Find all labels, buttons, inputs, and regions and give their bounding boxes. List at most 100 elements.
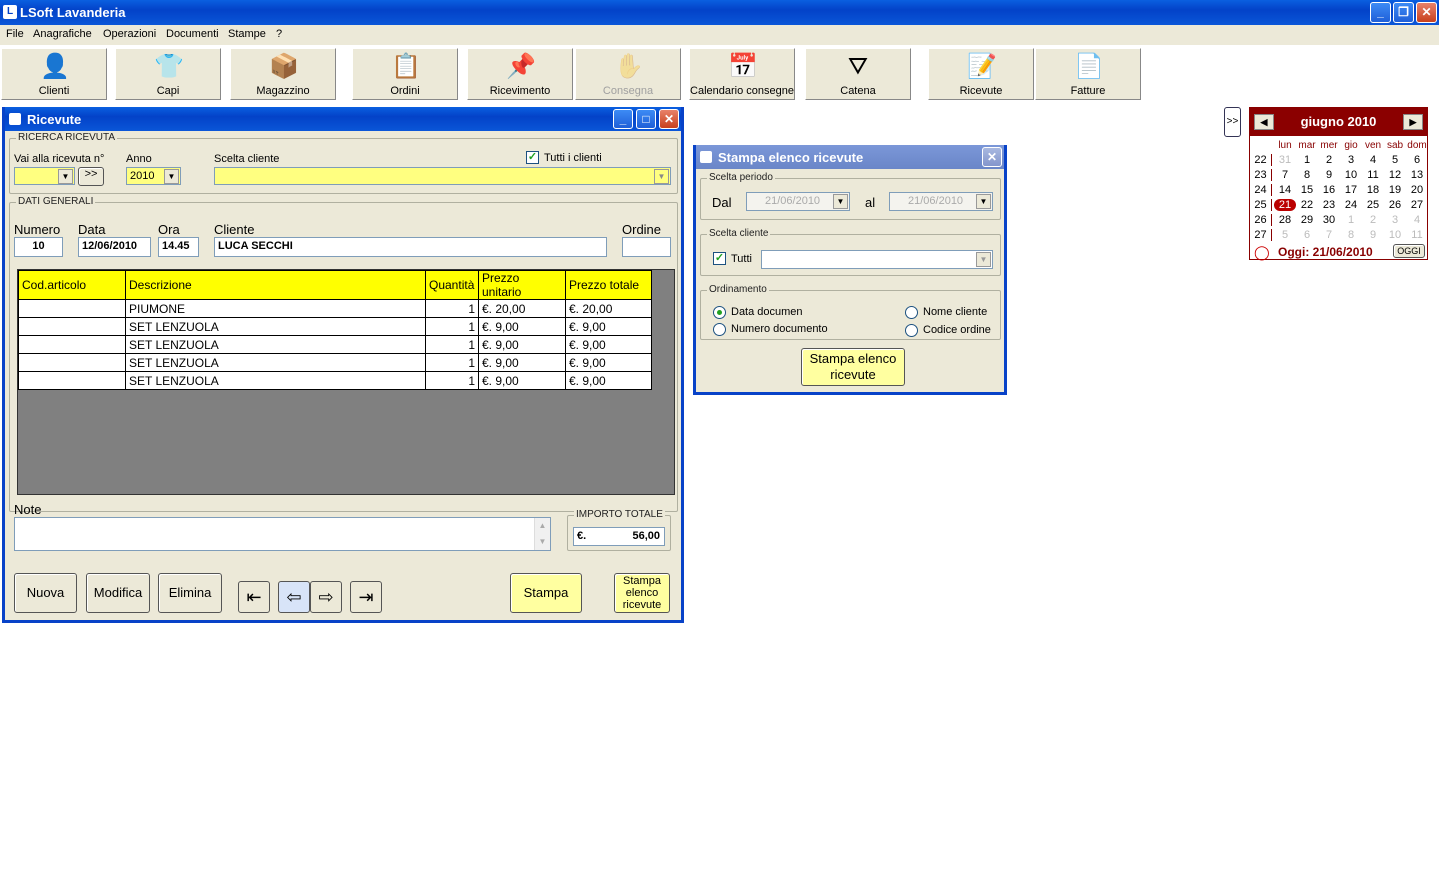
toolbar-catena-button[interactable]: ⛛ Catena xyxy=(805,48,911,100)
data-field[interactable]: 12/06/2010 xyxy=(78,237,151,257)
menu-help[interactable]: ? xyxy=(276,28,282,40)
stampa-cliente-dropdown[interactable]: ▼ xyxy=(761,250,993,269)
table-row[interactable]: SET LENZUOLA 1 €. 9,00 €. 9,00 xyxy=(18,353,652,372)
table-row[interactable]: SET LENZUOLA 1 €. 9,00 €. 9,00 xyxy=(18,317,652,336)
calendar-day[interactable]: 4 xyxy=(1406,214,1428,226)
table-row[interactable]: PIUMONE 1 €. 20,00 €. 20,00 xyxy=(18,299,652,318)
calendar-day[interactable]: 8 xyxy=(1340,229,1362,241)
toolbar-calendario-button[interactable]: 📅 Calendario consegne xyxy=(689,48,795,100)
last-record-icon[interactable]: ⇥ xyxy=(350,581,382,613)
calendar-day[interactable]: 26 xyxy=(1384,199,1406,211)
goto-button[interactable]: >> xyxy=(78,167,104,186)
menu-documenti[interactable]: Documenti xyxy=(166,28,219,40)
calendar-day[interactable]: 11 xyxy=(1362,169,1384,181)
calendar-day[interactable]: 29 xyxy=(1296,214,1318,226)
calendar-day[interactable]: 1 xyxy=(1340,214,1362,226)
cliente-select-dropdown[interactable]: ▼ xyxy=(214,167,671,185)
calendar-day[interactable]: 23 xyxy=(1318,199,1340,211)
calendar-day[interactable]: 21 xyxy=(1274,199,1296,211)
toolbar-capi-button[interactable]: 👕 Capi xyxy=(115,48,221,100)
calendar-day[interactable]: 13 xyxy=(1406,169,1428,181)
menu-anagrafiche[interactable]: Anagrafiche xyxy=(33,28,92,40)
radio-nome-cliente[interactable] xyxy=(905,306,918,319)
calendar-day[interactable]: 2 xyxy=(1362,214,1384,226)
calendar-day[interactable]: 7 xyxy=(1318,229,1340,241)
calendar-day[interactable]: 11 xyxy=(1406,229,1428,241)
calendar-day[interactable]: 19 xyxy=(1384,184,1406,196)
ricevute-close-button[interactable]: ✕ xyxy=(659,109,679,129)
ricevute-maximize-button[interactable]: □ xyxy=(636,109,656,129)
toolbar-ricevute-button[interactable]: 📝 Ricevute xyxy=(928,48,1034,100)
ora-field[interactable]: 14.45 xyxy=(158,237,199,257)
calendar-day[interactable]: 12 xyxy=(1384,169,1406,181)
anno-dropdown[interactable]: 2010 ▼ xyxy=(126,167,181,185)
radio-numero-documento[interactable] xyxy=(713,323,726,336)
calendar-day[interactable]: 14 xyxy=(1274,184,1296,196)
al-date-picker[interactable]: 21/06/2010 ▼ xyxy=(889,192,993,211)
calendar-day[interactable]: 8 xyxy=(1296,169,1318,181)
tutti-clienti-checkbox[interactable]: ✓ xyxy=(526,151,539,164)
prev-record-icon[interactable]: ⇦ xyxy=(278,581,310,613)
table-row[interactable]: SET LENZUOLA 1 €. 9,00 €. 9,00 xyxy=(18,335,652,354)
calendar-day[interactable]: 6 xyxy=(1406,154,1428,166)
radio-data-documento[interactable] xyxy=(713,306,726,319)
next-month-icon[interactable]: ▶ xyxy=(1403,114,1423,130)
toolbar-ordini-button[interactable]: 📋 Ordini xyxy=(352,48,458,100)
toolbar-consegna-button[interactable]: ✋ Consegna xyxy=(575,48,681,100)
col-prezzo-unitario[interactable]: Prezzo unitario xyxy=(478,270,566,300)
calendar-day[interactable]: 10 xyxy=(1340,169,1362,181)
toolbar-ricevimento-button[interactable]: 📌 Ricevimento xyxy=(467,48,573,100)
menu-file[interactable]: File xyxy=(6,28,24,40)
stampa-elenco-submit-button[interactable]: Stampa elenco ricevute xyxy=(801,348,905,386)
calendar-day[interactable]: 3 xyxy=(1340,154,1362,166)
calendar-day[interactable]: 24 xyxy=(1340,199,1362,211)
col-descrizione[interactable]: Descrizione xyxy=(125,270,426,300)
calendar-toggle-button[interactable]: >> xyxy=(1224,107,1241,137)
calendar-day[interactable]: 1 xyxy=(1296,154,1318,166)
stampa-elenco-button[interactable]: Stampa elenco ricevute xyxy=(614,573,670,613)
calendar-day[interactable]: 10 xyxy=(1384,229,1406,241)
calendar-day[interactable]: 5 xyxy=(1384,154,1406,166)
prev-month-icon[interactable]: ◀ xyxy=(1254,114,1274,130)
calendar-day[interactable]: 31 xyxy=(1274,154,1296,166)
note-textarea[interactable]: ▲ ▼ xyxy=(14,517,551,551)
goto-receipt-dropdown[interactable]: ▼ xyxy=(14,167,75,185)
calendar-day[interactable]: 9 xyxy=(1362,229,1384,241)
toolbar-clienti-button[interactable]: 👤 Clienti xyxy=(1,48,107,100)
toolbar-magazzino-button[interactable]: 📦 Magazzino xyxy=(230,48,336,100)
minimize-button[interactable]: _ xyxy=(1370,2,1391,23)
calendar-day[interactable]: 20 xyxy=(1406,184,1428,196)
articles-grid[interactable]: Cod.articolo Descrizione Quantità Prezzo… xyxy=(17,269,675,495)
calendar-day[interactable]: 25 xyxy=(1362,199,1384,211)
calendar-day[interactable]: 6 xyxy=(1296,229,1318,241)
col-prezzo-totale[interactable]: Prezzo totale xyxy=(565,270,652,300)
table-row[interactable]: SET LENZUOLA 1 €. 9,00 €. 9,00 xyxy=(18,371,652,390)
menu-stampe[interactable]: Stampe xyxy=(228,28,266,40)
cliente-field[interactable]: LUCA SECCHI xyxy=(214,237,607,257)
calendar-day[interactable]: 22 xyxy=(1296,199,1318,211)
stampa-close-button[interactable]: ✕ xyxy=(982,147,1002,167)
stampa-button[interactable]: Stampa xyxy=(510,573,582,613)
modifica-button[interactable]: Modifica xyxy=(86,573,150,613)
calendar-day[interactable]: 7 xyxy=(1274,169,1296,181)
close-button[interactable]: ✕ xyxy=(1416,2,1437,23)
nuova-button[interactable]: Nuova xyxy=(14,573,77,613)
calendar-day[interactable]: 5 xyxy=(1274,229,1296,241)
restore-button[interactable]: ❐ xyxy=(1393,2,1414,23)
menu-operazioni[interactable]: Operazioni xyxy=(103,28,156,40)
col-quantita[interactable]: Quantità xyxy=(425,270,479,300)
calendar-day[interactable]: 18 xyxy=(1362,184,1384,196)
toolbar-fatture-button[interactable]: 📄 Fatture xyxy=(1035,48,1141,100)
tutti-checkbox[interactable]: ✓ xyxy=(713,252,726,265)
calendar-day[interactable]: 3 xyxy=(1384,214,1406,226)
calendar-day[interactable]: 27 xyxy=(1406,199,1428,211)
calendar-day[interactable]: 4 xyxy=(1362,154,1384,166)
calendar-day[interactable]: 16 xyxy=(1318,184,1340,196)
first-record-icon[interactable]: ⇤ xyxy=(238,581,270,613)
calendar-day[interactable]: 2 xyxy=(1318,154,1340,166)
ricevute-minimize-button[interactable]: _ xyxy=(613,109,633,129)
calendar-day[interactable]: 9 xyxy=(1318,169,1340,181)
radio-codice-ordine[interactable] xyxy=(905,324,918,337)
calendar-day[interactable]: 30 xyxy=(1318,214,1340,226)
today-button[interactable]: OGGI xyxy=(1393,244,1425,258)
